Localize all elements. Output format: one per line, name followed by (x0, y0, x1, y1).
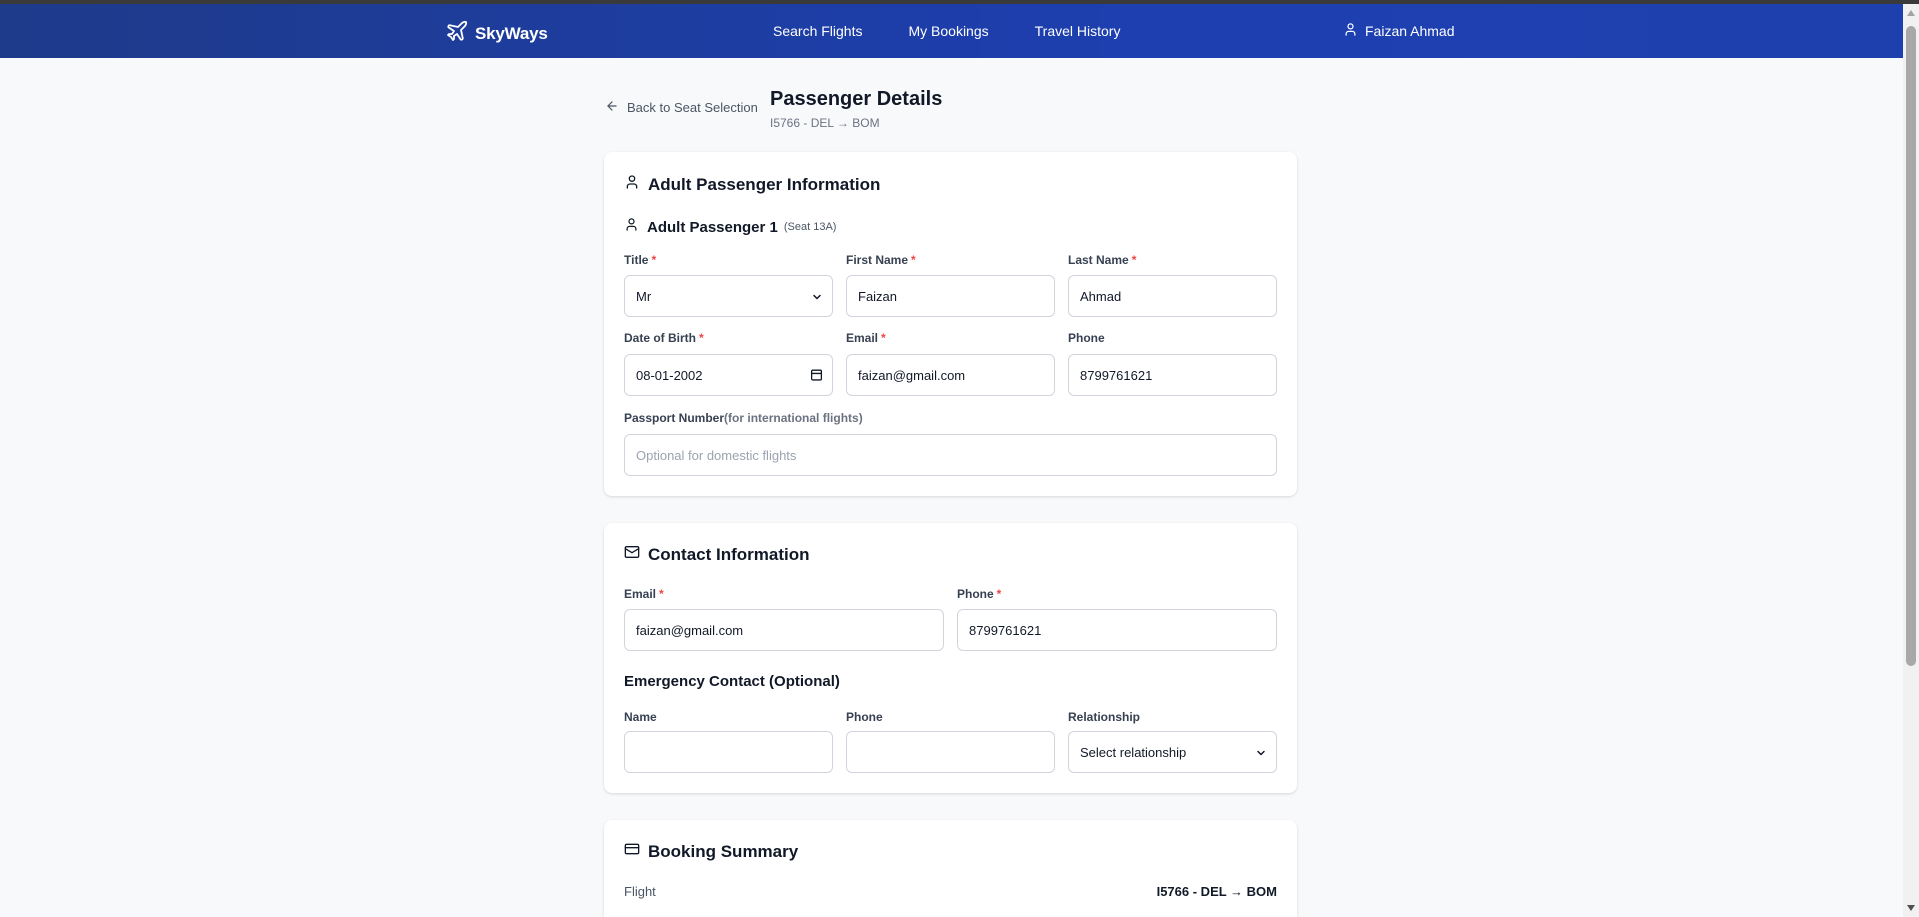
brand-name: SkyWays (475, 23, 548, 43)
emergency-phone-label: Phone (846, 710, 883, 724)
scroll-thumb[interactable] (1906, 26, 1916, 666)
contact-information-card: Contact Information Email * faizan@gmail.… (604, 523, 1297, 793)
contact-email-label: Email * (624, 587, 664, 601)
contact-phone-label: Phone * (957, 587, 1002, 601)
card-title-text: Booking Summary (648, 841, 799, 861)
nav-travel-history[interactable]: Travel History (1035, 23, 1121, 39)
calendar-icon[interactable] (810, 368, 823, 384)
booking-summary-card: Booking Summary Flight I5766 - DEL → BOM (604, 820, 1297, 917)
title-select-value: Mr (636, 288, 652, 304)
first-name-label: First Name * (846, 253, 916, 267)
contact-email-input[interactable]: faizan@gmail.com (624, 609, 944, 651)
top-navbar: SkyWays Search Flights My Bookings Trave… (0, 4, 1903, 58)
nav-search-flights[interactable]: Search Flights (773, 23, 862, 39)
emergency-name-label: Name (624, 710, 657, 724)
summary-card-title: Booking Summary (624, 841, 798, 862)
passport-input[interactable]: Optional for domestic flights (624, 434, 1277, 476)
flight-route-subtitle: I5766 - DEL → BOM (770, 116, 880, 130)
emergency-phone-input[interactable] (846, 731, 1055, 773)
adult-passenger-card: Adult Passenger Information Adult Passen… (604, 152, 1297, 496)
summary-flight-label: Flight (624, 884, 656, 899)
contact-card-title: Contact Information (624, 544, 810, 565)
mail-icon (624, 544, 640, 565)
passenger-phone-input[interactable]: 8799761621 (1068, 354, 1277, 396)
dob-input[interactable]: 08-01-2002 (624, 354, 833, 396)
contact-phone-input[interactable]: 8799761621 (957, 609, 1277, 651)
scroll-up-arrow[interactable] (1907, 10, 1915, 16)
dob-label: Date of Birth * (624, 331, 704, 345)
back-to-seat-selection-link[interactable]: Back to Seat Selection (605, 99, 758, 116)
seat-note: (Seat 13A) (783, 221, 837, 233)
plane-icon (445, 19, 469, 48)
user-name: Faizan Ahmad (1365, 23, 1455, 39)
passenger-name-label: Adult Passenger 1 (647, 218, 778, 236)
summary-flight-row: Flight I5766 - DEL → BOM (624, 884, 1277, 899)
title-label: Title * (624, 253, 657, 267)
user-icon (1343, 22, 1358, 40)
emergency-contact-heading: Emergency Contact (Optional) (624, 673, 840, 690)
passport-label: Passport Number(for international flight… (624, 411, 863, 425)
page-scrollbar[interactable] (1903, 4, 1919, 917)
page-title: Passenger Details (770, 88, 943, 110)
chevron-down-icon (811, 291, 823, 306)
credit-card-icon (624, 841, 640, 862)
user-menu[interactable]: Faizan Ahmad (1343, 22, 1455, 40)
relationship-label: Relationship (1068, 710, 1141, 724)
email-label: Email * (846, 331, 886, 345)
relationship-select-value: Select relationship (1080, 744, 1187, 760)
emergency-name-input[interactable] (624, 731, 833, 773)
arrow-left-icon (605, 99, 619, 116)
main-nav: Search Flights My Bookings Travel Histor… (773, 23, 1120, 39)
last-name-label: Last Name * (1068, 253, 1137, 267)
relationship-select[interactable]: Select relationship (1068, 731, 1277, 773)
brand-logo[interactable]: SkyWays (445, 19, 548, 48)
phone-label: Phone (1068, 331, 1105, 345)
last-name-input[interactable]: Ahmad (1068, 275, 1277, 317)
back-link-label: Back to Seat Selection (627, 100, 758, 115)
chevron-down-icon (1255, 747, 1267, 762)
title-select[interactable]: Mr (624, 275, 833, 317)
first-name-input[interactable]: Faizan (846, 275, 1055, 317)
adult-passenger-card-title: Adult Passenger Information (624, 174, 880, 195)
card-title-text: Adult Passenger Information (648, 174, 881, 194)
user-icon (624, 217, 639, 237)
nav-my-bookings[interactable]: My Bookings (908, 23, 988, 39)
summary-flight-value: I5766 - DEL → BOM (1156, 884, 1277, 899)
passenger-email-input[interactable]: faizan@gmail.com (846, 354, 1055, 396)
card-title-text: Contact Information (648, 544, 810, 564)
user-icon (624, 174, 640, 195)
passenger-header: Adult Passenger 1 (Seat 13A) (624, 217, 836, 237)
passport-placeholder: Optional for domestic flights (636, 447, 797, 463)
scroll-down-arrow[interactable] (1907, 905, 1915, 911)
